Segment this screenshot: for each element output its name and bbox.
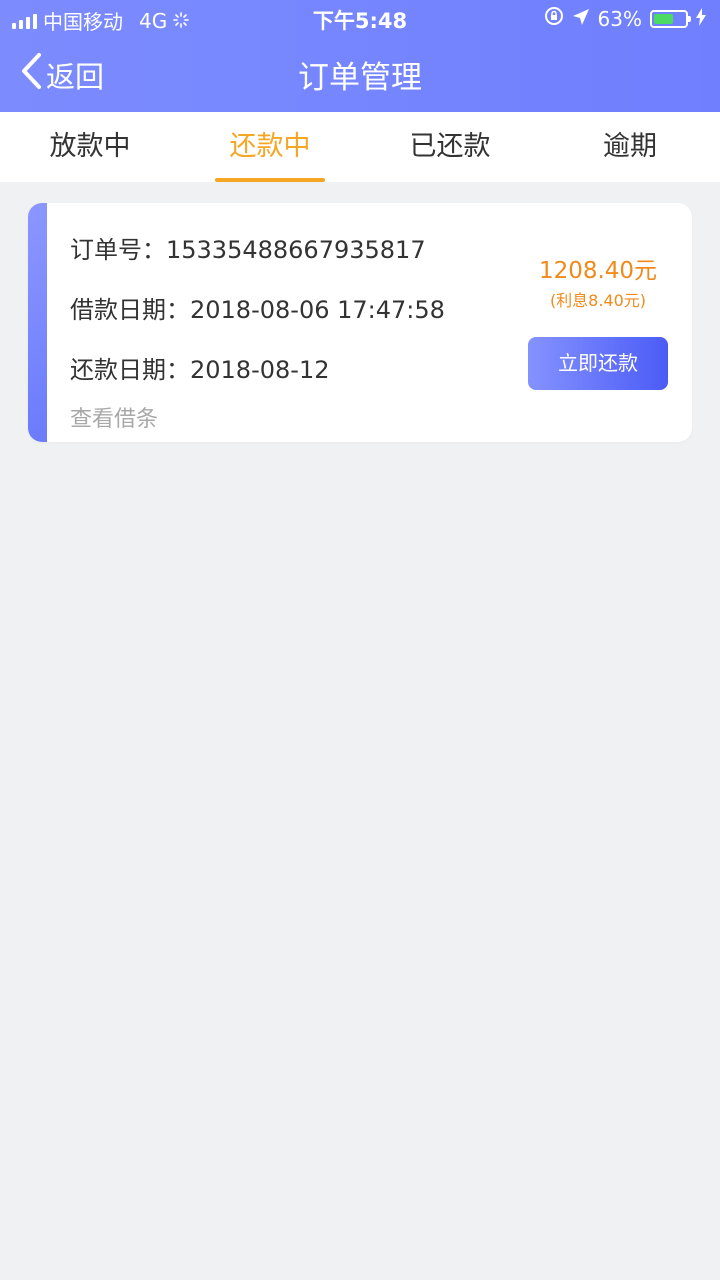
tab-label: 逾期 (603, 131, 657, 162)
order-number-row: 订单号：15335488667935817 (70, 230, 426, 265)
view-loan-note-link[interactable]: 查看借条 (70, 401, 158, 433)
nav-bar: 返回 订单管理 (0, 36, 720, 112)
tab-repaying[interactable]: 还款中 (180, 112, 360, 182)
loan-date-row: 借款日期：2018-08-06 17:47:58 (70, 290, 445, 325)
order-number-value: 15335488667935817 (166, 236, 426, 264)
header: 中国移动 4G 下午5:48 63% 返回 订单管理 (0, 0, 720, 112)
location-arrow-icon (572, 7, 590, 31)
battery-icon (650, 9, 691, 28)
order-number-label: 订单号： (70, 236, 166, 264)
tab-label: 还款中 (229, 131, 311, 162)
interest-amount: (利息8.40元) (549, 291, 647, 310)
loan-date-label: 借款日期： (70, 296, 190, 324)
status-bar-right: 63% (544, 6, 706, 31)
battery-level (654, 13, 673, 24)
tab-bar: 放款中 还款中 已还款 逾期 (0, 112, 720, 182)
page-title: 订单管理 (298, 60, 422, 96)
repay-amount: 1208.40元 (538, 258, 658, 284)
repay-date-label: 还款日期： (70, 356, 190, 384)
battery-percent: 63% (597, 6, 642, 31)
tab-repaid[interactable]: 已还款 (360, 112, 540, 182)
active-tab-indicator (215, 178, 325, 182)
repay-date-value: 2018-08-12 (190, 356, 330, 384)
rotation-lock-icon (544, 6, 564, 31)
tab-label: 已还款 (409, 131, 491, 162)
status-bar: 中国移动 4G 下午5:48 63% (0, 0, 720, 36)
repay-now-button[interactable]: 立即还款 (528, 337, 668, 390)
tab-label: 放款中 (49, 131, 131, 162)
charging-icon (696, 7, 706, 31)
tab-overdue[interactable]: 逾期 (540, 112, 720, 182)
card-accent-bar (28, 203, 47, 442)
tab-disbursing[interactable]: 放款中 (0, 112, 180, 182)
order-card[interactable]: 订单号：15335488667935817 借款日期：2018-08-06 17… (28, 203, 692, 442)
loan-date-value: 2018-08-06 17:47:58 (190, 296, 445, 324)
repay-date-row: 还款日期：2018-08-12 (70, 350, 329, 385)
